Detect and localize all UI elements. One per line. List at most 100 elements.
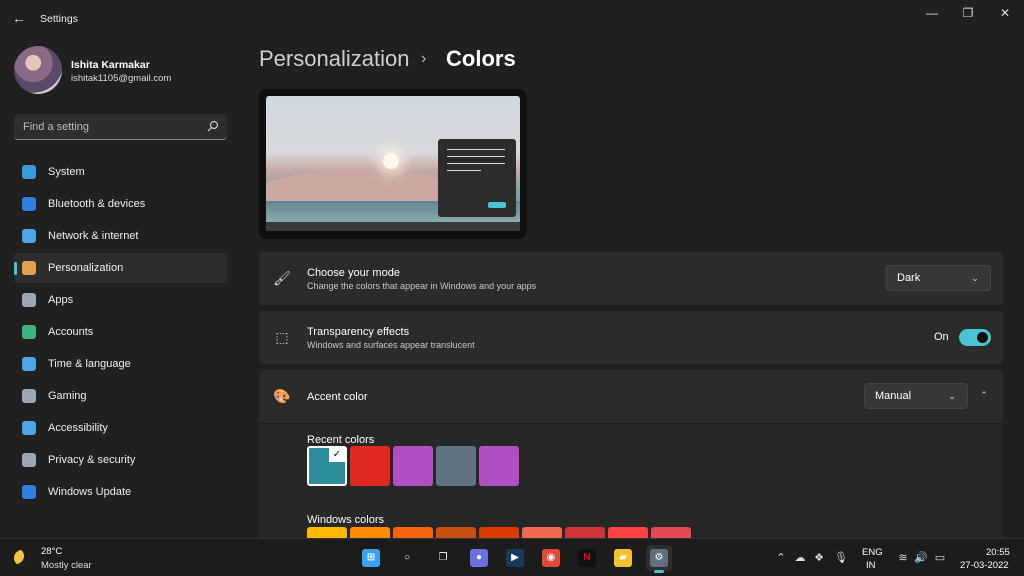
restore-icon[interactable]: ❐	[950, 3, 986, 23]
weather-temperature[interactable]: 28°C	[41, 546, 62, 557]
dropbox-icon[interactable]: ❖	[812, 551, 826, 565]
brush-icon	[22, 261, 36, 275]
sidebar-nav: System Bluetooth & devices Network & inter…	[14, 157, 227, 509]
language-code[interactable]: ENG	[862, 547, 883, 558]
windows-color-swatch[interactable]	[436, 527, 476, 538]
windows-color-swatch[interactable]	[565, 527, 605, 538]
preview-wallpaper	[266, 96, 520, 231]
windows-color-swatch[interactable]	[651, 527, 691, 538]
mode-dropdown[interactable]: Dark ⌄	[886, 265, 991, 291]
accent-color-panel: Recent colors ✓ Windows colors	[259, 424, 1003, 538]
volume-icon[interactable]: 🔊	[914, 551, 928, 565]
moon-weather-icon[interactable]	[14, 550, 30, 566]
close-icon[interactable]: ✕	[987, 3, 1023, 23]
sidebar-item-label: System	[48, 166, 85, 178]
clock-date[interactable]: 27-03-2022	[960, 560, 1009, 571]
sidebar-item-network-internet[interactable]: Network & internet	[14, 221, 227, 251]
windows-color-swatch[interactable]	[479, 527, 519, 538]
sidebar-item-gaming[interactable]: Gaming	[14, 381, 227, 411]
accounts-icon	[22, 325, 36, 339]
sidebar-item-label: Apps	[48, 294, 74, 306]
microphone-icon[interactable]: 🎙	[834, 551, 848, 565]
sidebar-item-windows-update[interactable]: Windows Update	[14, 477, 227, 507]
recent-color-swatch[interactable]	[350, 446, 390, 486]
file-explorer-icon[interactable]: ▰	[610, 545, 636, 571]
search-icon[interactable]: ○	[394, 545, 420, 571]
chrome-glyph: ◉	[542, 549, 560, 567]
sidebar-item-personalization[interactable]: Personalization	[14, 253, 227, 283]
brush-icon: 🖌	[273, 270, 291, 286]
windows-color-swatch[interactable]	[350, 527, 390, 538]
wifi-icon	[22, 229, 36, 243]
preview-window	[438, 139, 516, 217]
sidebar-item-label: Bluetooth & devices	[48, 198, 146, 210]
back-arrow-icon[interactable]: ←	[10, 9, 28, 27]
accent-dropdown-value: Manual	[875, 390, 912, 402]
globe-clock-icon	[22, 357, 36, 371]
chevron-up-icon[interactable]: ⌃	[979, 390, 989, 400]
prime-video-icon[interactable]: ▶	[502, 545, 528, 571]
checkmark-icon: ✓	[329, 448, 345, 462]
sidebar-item-label: Personalization	[48, 262, 124, 274]
windows-color-swatch[interactable]	[393, 527, 433, 538]
system-icon	[22, 165, 36, 179]
recent-color-swatch[interactable]: ✓	[307, 446, 347, 486]
shield-icon	[22, 453, 36, 467]
accent-dropdown[interactable]: Manual ⌄	[864, 383, 968, 409]
sidebar-item-apps[interactable]: Apps	[14, 285, 227, 315]
chevron-down-icon: ⌄	[948, 391, 956, 401]
windows-color-swatch[interactable]	[608, 527, 648, 538]
breadcrumb-parent[interactable]: Personalization	[259, 46, 409, 72]
chevron-up-icon[interactable]: ⌃	[774, 551, 788, 565]
search-input[interactable]: Find a setting	[14, 114, 227, 140]
windows-color-swatch[interactable]	[522, 527, 562, 538]
chrome-icon[interactable]: ◉	[538, 545, 564, 571]
settings-glyph: ⚙	[650, 549, 668, 567]
settings-icon[interactable]: ⚙	[646, 545, 672, 573]
clock-time[interactable]: 20:55	[986, 547, 1010, 558]
accent-title: Accent color	[307, 391, 368, 403]
update-icon	[22, 485, 36, 499]
sidebar-item-bluetooth-devices[interactable]: Bluetooth & devices	[14, 189, 227, 219]
mode-subtitle: Change the colors that appear in Windows…	[307, 281, 537, 291]
netflix-icon[interactable]: N	[574, 545, 600, 571]
start-icon[interactable]: ⊞	[358, 545, 384, 571]
task-view-glyph: ❐	[434, 549, 452, 567]
windows-colors-label: Windows colors	[307, 514, 385, 526]
gamepad-icon	[22, 389, 36, 403]
teams-chat-icon[interactable]: ●	[466, 545, 492, 571]
transparency-subtitle: Windows and surfaces appear translucent	[307, 340, 475, 350]
search-icon[interactable]	[207, 120, 219, 132]
sidebar-item-accessibility[interactable]: Accessibility	[14, 413, 227, 443]
sidebar-item-label: Accounts	[48, 326, 94, 338]
sidebar-item-privacy-security[interactable]: Privacy & security	[14, 445, 227, 475]
sidebar-item-label: Windows Update	[48, 486, 132, 498]
teams-chat-glyph: ●	[470, 549, 488, 567]
profile-section[interactable]: Ishita Karmakar ishitak1105@gmail.com	[14, 46, 234, 96]
task-view-icon[interactable]: ❐	[430, 545, 456, 571]
transparency-toggle[interactable]	[959, 329, 991, 346]
app-title: Settings	[40, 13, 78, 25]
recent-color-swatch[interactable]	[393, 446, 433, 486]
theme-preview	[259, 89, 527, 239]
windows-color-swatch[interactable]	[307, 527, 347, 538]
sidebar-item-time-language[interactable]: Time & language	[14, 349, 227, 379]
recent-color-swatch[interactable]	[436, 446, 476, 486]
avatar	[14, 46, 62, 94]
recent-color-swatch[interactable]	[479, 446, 519, 486]
taskbar: 28°C Mostly clear ⊞ ○ ❐ ● ▶ ◉ N ▰ ⚙ ⌃ ☁ ❖ 🎙 ENG …	[0, 538, 1024, 576]
transparency-title: Transparency effects	[307, 326, 410, 338]
battery-icon[interactable]: ▭	[933, 551, 947, 565]
preview-taskbar	[266, 222, 520, 231]
language-region[interactable]: IN	[866, 560, 876, 571]
sidebar-item-label: Accessibility	[48, 422, 108, 434]
weather-condition[interactable]: Mostly clear	[41, 560, 92, 571]
apps-icon	[22, 293, 36, 307]
wifi-icon[interactable]: ≋	[896, 551, 910, 565]
sidebar-item-accounts[interactable]: Accounts	[14, 317, 227, 347]
minimize-icon[interactable]: —	[914, 3, 950, 23]
bluetooth-icon	[22, 197, 36, 211]
onedrive-icon[interactable]: ☁	[793, 551, 807, 565]
sidebar-item-system[interactable]: System	[14, 157, 227, 187]
chevron-down-icon: ⌄	[971, 273, 979, 283]
